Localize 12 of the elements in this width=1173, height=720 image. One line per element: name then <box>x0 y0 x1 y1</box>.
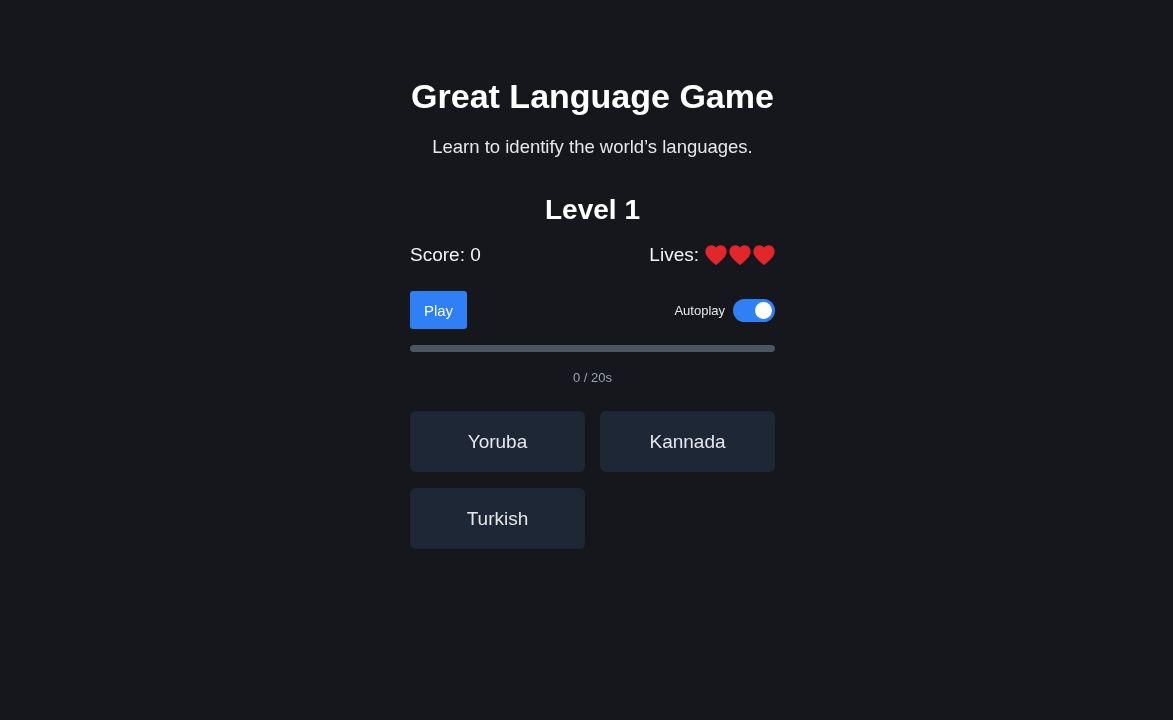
answer-option[interactable]: Turkish <box>410 488 585 549</box>
autoplay-toggle[interactable] <box>733 298 775 322</box>
time-reading: 0 / 20s <box>572 370 613 385</box>
app-title: Great Language Game <box>410 76 775 116</box>
play-button[interactable]: Play <box>410 291 467 329</box>
answer-option[interactable]: Yoruba <box>410 411 585 472</box>
level-title: Level 1 <box>544 193 641 227</box>
score-text: Score: 0 <box>410 244 481 266</box>
autoplay-label: Autoplay <box>674 302 725 318</box>
app-subtitle: Learn to identify the world’s languages. <box>431 135 754 159</box>
lives-label: Lives: <box>649 244 699 266</box>
answer-option[interactable]: Kannada <box>600 411 775 472</box>
